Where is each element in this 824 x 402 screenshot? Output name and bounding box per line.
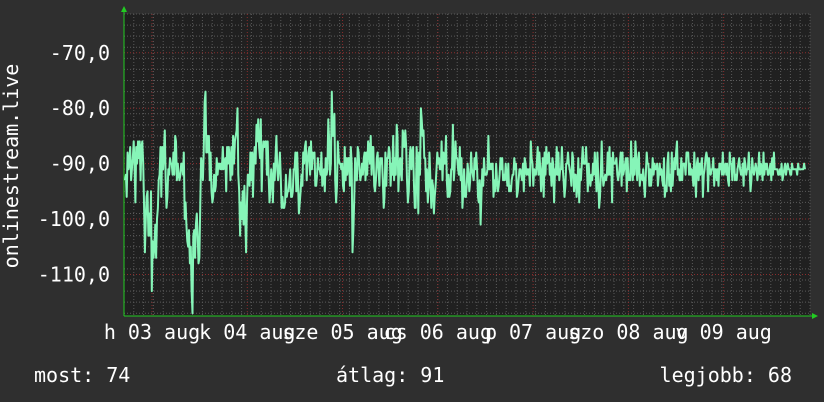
y-axis-label: onlinestream.live [0, 64, 23, 269]
x-tick-label: cs 06 aug [384, 320, 492, 344]
stat-current-label: most: [34, 363, 95, 387]
x-tick-label: v 09 aug [676, 320, 772, 344]
chart: -70,0 -80,0 -90,0 -100,0 -110,0 h 03 aug k 04 … [0, 0, 824, 402]
chart-svg: -70,0 -80,0 -90,0 -100,0 -110,0 h 03 augk 04 … [0, 6, 818, 344]
stat-current-value: 74 [106, 363, 131, 387]
y-tick-label: -100,0 [38, 207, 110, 231]
stat-best-label: legjobb: [659, 363, 756, 387]
stat-current: most: 74 [34, 362, 130, 388]
stat-average-label: átlag: [336, 363, 409, 387]
x-axis-arrow [812, 313, 818, 319]
x-tick-label: k 04 aug [199, 320, 295, 344]
y-tick-label: -80,0 [50, 96, 110, 120]
stat-average-value: 91 [420, 363, 445, 387]
y-tick-label: -90,0 [50, 152, 110, 176]
y-axis-arrow [121, 6, 127, 12]
y-tick-label: -70,0 [50, 41, 110, 65]
stat-best-value: 68 [767, 363, 792, 387]
x-tick-label: h 03 aug [104, 320, 200, 344]
x-tick-label: szo 08 aug [568, 320, 688, 344]
stat-average: átlag: 91 [336, 362, 444, 388]
stat-best: legjobb: 68 [660, 362, 792, 388]
y-tick-label: -110,0 [38, 262, 110, 286]
x-tick-label: p 07 aug [485, 320, 581, 344]
